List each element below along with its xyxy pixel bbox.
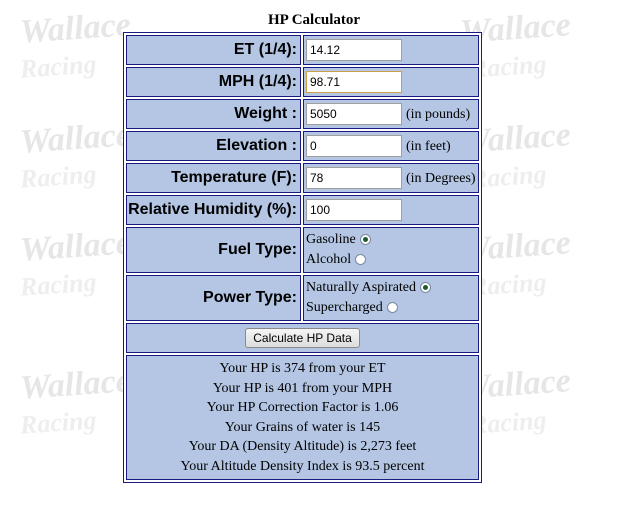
fuel-option-alcohol[interactable]: Alcohol	[306, 250, 478, 270]
calculate-hp-button[interactable]: Calculate HP Data	[245, 328, 360, 348]
elevation-label: Elevation :	[126, 131, 301, 161]
et-cell	[303, 35, 479, 65]
et-row: ET (1/4):	[126, 35, 479, 65]
weight-cell: (in pounds)	[303, 99, 479, 129]
weight-label: Weight :	[126, 99, 301, 129]
et-label: ET (1/4):	[126, 35, 301, 65]
fuel-option-gasoline[interactable]: Gasoline	[306, 230, 478, 250]
weight-input[interactable]	[306, 103, 402, 125]
humidity-cell	[303, 195, 479, 225]
temperature-label: Temperature (F):	[126, 163, 301, 193]
result-line: Your HP is 374 from your ET	[219, 361, 386, 376]
temperature-cell: (in Degrees)	[303, 163, 479, 193]
fuel-option-alcohol-label: Alcohol	[306, 252, 352, 267]
result-line: Your HP Correction Factor is 1.06	[206, 400, 399, 415]
elevation-row: Elevation : (in feet)	[126, 131, 479, 161]
result-line: Your HP is 401 from your MPH	[212, 380, 393, 396]
page-title: HP Calculator	[267, 12, 361, 28]
elevation-cell: (in feet)	[303, 131, 479, 161]
button-row: Calculate HP Data	[126, 323, 479, 353]
weight-unit: (in pounds)	[406, 107, 471, 122]
results-row: Your HP is 374 from your ET Your HP is 4…	[126, 355, 479, 480]
temperature-row: Temperature (F): (in Degrees)	[126, 163, 479, 193]
mph-label: MPH (1/4):	[126, 67, 301, 97]
mph-row: MPH (1/4):	[126, 67, 479, 97]
fuel-option-gasoline-label: Gasoline	[306, 232, 356, 247]
power-option-supercharged[interactable]: Supercharged	[306, 298, 478, 318]
radio-button-naturally-aspirated[interactable]	[420, 282, 432, 294]
et-input[interactable]	[306, 39, 402, 61]
humidity-label: Relative Humidity (%):	[126, 195, 301, 225]
results-panel: Your HP is 374 from your ET Your HP is 4…	[126, 355, 479, 480]
power-type-cell: Naturally Aspirated Supercharged	[303, 275, 479, 321]
power-option-naturally-aspirated[interactable]: Naturally Aspirated	[306, 278, 478, 298]
radio-button-supercharged[interactable]	[386, 302, 398, 314]
result-line: Your Grains of water is 145	[224, 419, 381, 435]
watermark-logo-sub: Racing	[19, 159, 98, 194]
power-option-supercharged-label: Supercharged	[306, 300, 383, 315]
temperature-input[interactable]	[306, 167, 402, 189]
button-cell: Calculate HP Data	[126, 323, 479, 353]
result-line: Your Altitude Density Index is 93.5 perc…	[180, 458, 425, 474]
power-type-label: Power Type:	[126, 275, 301, 321]
humidity-input[interactable]	[306, 199, 402, 221]
fuel-type-label: Fuel Type:	[126, 227, 301, 273]
fuel-type-cell: Gasoline Alcohol	[303, 227, 479, 273]
weight-row: Weight : (in pounds)	[126, 99, 479, 129]
elevation-input[interactable]	[306, 135, 402, 157]
power-option-naturally-aspirated-label: Naturally Aspirated	[306, 280, 417, 295]
result-line: Your DA (Density Altitude) is 2,273 feet	[188, 439, 417, 454]
mph-cell	[303, 67, 479, 97]
watermark-logo: Wallace	[18, 362, 132, 407]
watermark-logo-sub: Racing	[19, 49, 98, 84]
fuel-type-row: Fuel Type: Gasoline Alcohol	[126, 227, 479, 273]
watermark-logo-sub: Racing	[19, 267, 98, 302]
watermark-logo-sub: Racing	[19, 405, 98, 440]
watermark-logo: Wallace	[18, 116, 132, 161]
hp-calculator-form: ET (1/4): MPH (1/4): Weight : (in pounds…	[123, 32, 482, 483]
radio-button-alcohol[interactable]	[355, 254, 367, 266]
mph-input[interactable]	[306, 71, 402, 93]
radio-button-gasoline[interactable]	[359, 234, 371, 246]
power-type-row: Power Type: Naturally Aspirated Supercha…	[126, 275, 479, 321]
temperature-unit: (in Degrees)	[406, 171, 476, 186]
elevation-unit: (in feet)	[406, 139, 451, 154]
watermark-logo: Wallace	[18, 224, 132, 269]
humidity-row: Relative Humidity (%):	[126, 195, 479, 225]
